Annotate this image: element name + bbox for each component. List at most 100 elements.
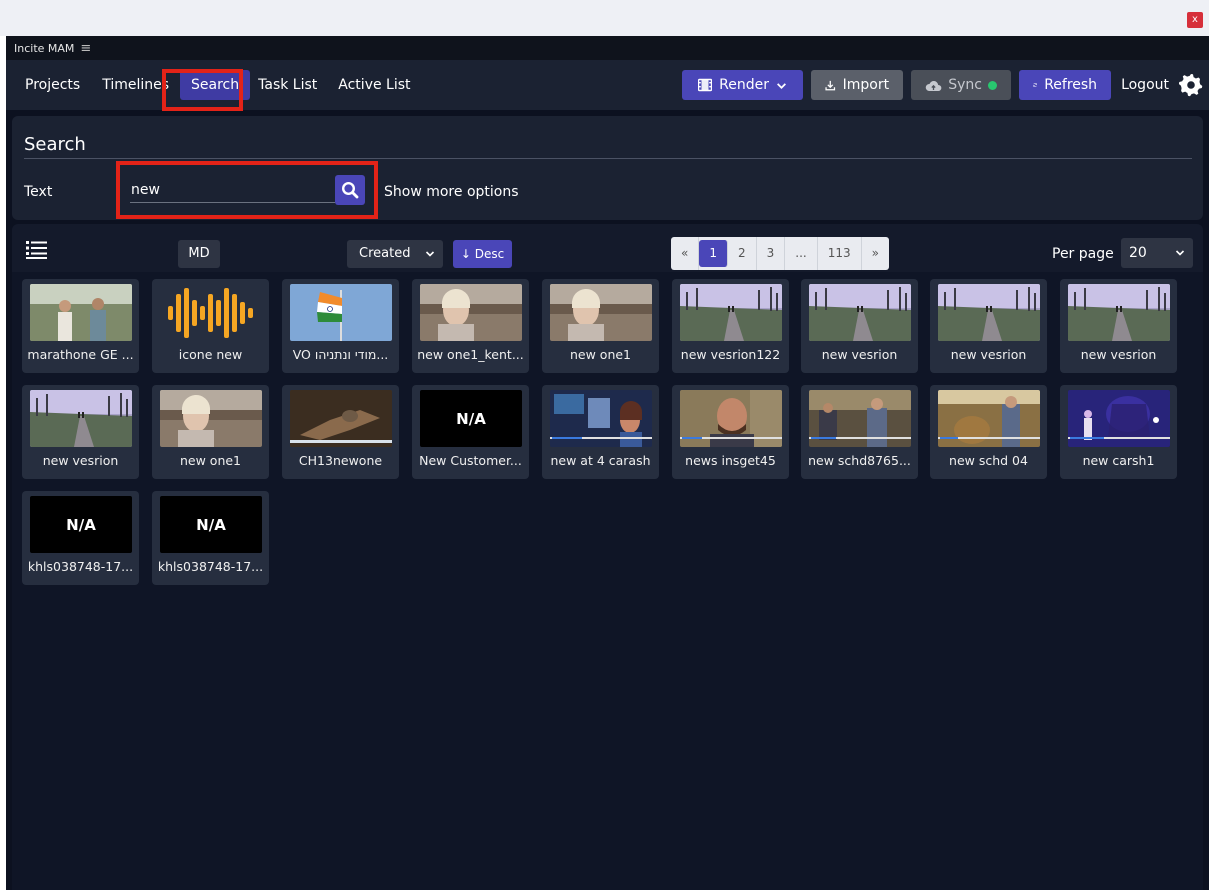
waves-thumbnail-image: [160, 284, 262, 341]
search-input[interactable]: [130, 177, 335, 203]
download-icon: [825, 80, 836, 90]
path-thumbnail-image: [809, 284, 911, 341]
app-title: Incite MAM: [14, 41, 75, 55]
search-panel: Search Text Show more options: [12, 116, 1203, 220]
result-tile[interactable]: new one1_kent...: [412, 279, 529, 373]
result-thumbnail: [938, 390, 1040, 447]
sync-status-dot: [987, 80, 997, 90]
path-thumbnail-image: [938, 284, 1040, 341]
result-tile[interactable]: N/A khls038748-17...: [152, 491, 269, 585]
result-tile[interactable]: N/A khls038748-17...: [22, 491, 139, 585]
result-thumbnail: [680, 390, 782, 447]
sort-select[interactable]: Created: [347, 240, 443, 268]
result-tile[interactable]: new vesrion: [930, 279, 1047, 373]
result-tile[interactable]: VO מודי ונתניהו...: [282, 279, 399, 373]
result-thumbnail: [290, 284, 392, 341]
no-thumbnail-text: N/A: [66, 515, 96, 534]
nav-active-list[interactable]: Active List: [328, 70, 421, 100]
path-thumbnail-image: [1068, 284, 1170, 341]
woman-thumbnail-image: [420, 284, 522, 341]
gear-icon[interactable]: [1179, 73, 1203, 97]
import-button[interactable]: Import: [811, 70, 904, 100]
sort-order-button[interactable]: ↓ Desc: [453, 240, 512, 268]
woman-thumbnail-image: [550, 284, 652, 341]
result-title: new vesrion: [1080, 347, 1157, 362]
result-thumbnail: [160, 390, 262, 447]
search-input-highlight: [116, 161, 378, 219]
per-page-value: 20: [1129, 245, 1147, 261]
close-button[interactable]: x: [1187, 12, 1203, 28]
divider: [24, 158, 1192, 159]
result-tile[interactable]: new schd8765...: [801, 385, 918, 479]
film-icon: [698, 78, 713, 92]
no-thumbnail-text: N/A: [456, 409, 486, 428]
search-button[interactable]: [335, 175, 365, 205]
result-tile[interactable]: new vesrion: [22, 385, 139, 479]
result-title: new one1_kent...: [417, 347, 524, 362]
result-tile[interactable]: news insget45: [672, 385, 789, 479]
list-view-icon[interactable]: [26, 240, 48, 260]
text-field-label: Text: [24, 184, 53, 200]
result-tile[interactable]: CH13newone: [282, 385, 399, 479]
stage-thumbnail-image: [1068, 390, 1170, 447]
result-title: new vesrion: [950, 347, 1027, 362]
import-label: Import: [842, 77, 890, 93]
show-more-options-link[interactable]: Show more options: [384, 184, 519, 200]
result-title: new at 4 carash: [550, 453, 651, 468]
result-thumbnail: [550, 284, 652, 341]
result-thumbnail: [30, 390, 132, 447]
result-thumbnail: [1068, 390, 1170, 447]
result-title: new vesrion: [821, 347, 898, 362]
result-tile[interactable]: new carsh1: [1060, 385, 1177, 479]
per-page-select[interactable]: 20: [1121, 238, 1193, 268]
page-ellipsis[interactable]: ...: [785, 237, 818, 270]
result-thumbnail: N/A: [160, 496, 262, 553]
room2-thumbnail-image: [938, 390, 1040, 447]
result-tile[interactable]: marathone GE ...: [22, 279, 139, 373]
result-title: new schd8765...: [808, 453, 911, 468]
result-title: new vesrion122: [680, 347, 781, 362]
hamburger-menu-icon[interactable]: ≡: [80, 41, 91, 56]
page-2[interactable]: 2: [728, 237, 757, 270]
man-thumbnail-image: [680, 390, 782, 447]
page-3[interactable]: 3: [757, 237, 786, 270]
result-tile[interactable]: new schd 04: [930, 385, 1047, 479]
nav-projects[interactable]: Projects: [14, 70, 91, 100]
md-button[interactable]: MD: [178, 240, 220, 268]
render-button[interactable]: Render: [682, 70, 804, 100]
result-tile[interactable]: new one1: [542, 279, 659, 373]
page-next[interactable]: »: [862, 237, 889, 270]
render-label: Render: [719, 77, 769, 93]
result-thumbnail: [1068, 284, 1170, 341]
chevron-down-icon: [425, 251, 435, 257]
result-title: new one1: [179, 453, 242, 468]
logout-link[interactable]: Logout: [1119, 77, 1171, 93]
result-title: khls038748-17...: [157, 559, 264, 574]
result-thumbnail: [680, 284, 782, 341]
app-window: Incite MAM ≡ Projects Timelines Search T…: [6, 36, 1209, 890]
result-title: new schd 04: [949, 453, 1028, 468]
refresh-button[interactable]: Refresh: [1019, 70, 1112, 100]
result-tile[interactable]: icone new: [152, 279, 269, 373]
search-tab-highlight: [162, 69, 243, 111]
result-tile[interactable]: new vesrion: [801, 279, 918, 373]
result-thumbnail: [420, 284, 522, 341]
nav-task-list[interactable]: Task List: [250, 70, 328, 100]
result-thumbnail: [550, 390, 652, 447]
page-prev[interactable]: «: [671, 237, 700, 270]
result-tile[interactable]: new at 4 carash: [542, 385, 659, 479]
result-tile[interactable]: new vesrion: [1060, 279, 1177, 373]
path-thumbnail-image: [30, 390, 132, 447]
sync-label: Sync: [948, 77, 982, 93]
result-tile[interactable]: new vesrion122: [672, 279, 789, 373]
studio-thumbnail-image: [550, 390, 652, 447]
result-thumbnail: [938, 284, 1040, 341]
per-page-label: Per page: [1052, 246, 1114, 262]
result-title: new carsh1: [1082, 453, 1155, 468]
page-1[interactable]: 1: [699, 240, 728, 267]
page-113[interactable]: 113: [818, 237, 862, 270]
result-tile[interactable]: N/A New Customer...: [412, 385, 529, 479]
result-tile[interactable]: new one1: [152, 385, 269, 479]
statue-thumbnail-image: [290, 390, 392, 447]
sync-button[interactable]: Sync: [911, 70, 1012, 100]
